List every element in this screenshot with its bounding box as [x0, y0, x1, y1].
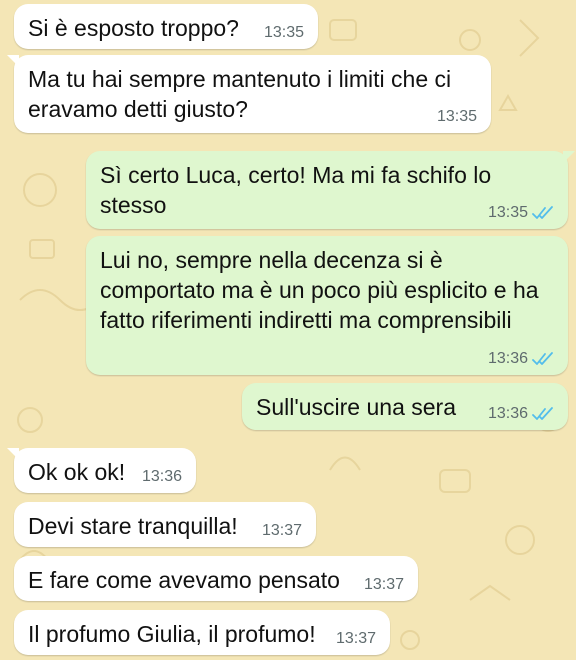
message-meta: 13:37 — [262, 522, 302, 540]
message-text: Devi stare tranquilla! — [28, 513, 238, 539]
message-meta: 13:36 — [142, 468, 182, 486]
message-timestamp: 13:36 — [487, 350, 528, 367]
message-meta: 13:35 — [437, 108, 477, 126]
message-bubble-incoming[interactable]: Si è esposto troppo? 13:35 — [14, 4, 318, 49]
message-text: E fare come avevamo pensato — [28, 567, 340, 593]
message-timestamp: 13:37 — [363, 576, 404, 593]
message-bubble-incoming[interactable]: E fare come avevamo pensato 13:37 — [14, 556, 418, 601]
message-bubble-outgoing[interactable]: Lui no, sempre nella decenza si è compor… — [86, 236, 568, 375]
message-text: Ma tu hai sempre mantenuto i limiti che … — [28, 66, 452, 122]
message-timestamp: 13:37 — [261, 522, 302, 539]
message-text: Sì certo Luca, certo! Ma mi fa schifo lo… — [100, 162, 492, 218]
message-meta: 13:35 — [264, 24, 304, 42]
message-meta: 13:35 — [488, 204, 554, 222]
message-text: Il profumo Giulia, il profumo! — [28, 621, 316, 647]
message-timestamp: 13:35 — [436, 108, 477, 125]
double-check-read-icon — [532, 352, 553, 365]
double-check-read-icon — [532, 407, 553, 420]
message-bubble-incoming[interactable]: Il profumo Giulia, il profumo! 13:37 — [14, 610, 390, 655]
message-meta: 13:36 — [488, 350, 554, 368]
message-timestamp: 13:37 — [335, 630, 376, 647]
message-timestamp: 13:36 — [141, 468, 182, 485]
message-timestamp: 13:35 — [487, 204, 528, 221]
message-text: Lui no, sempre nella decenza si è compor… — [100, 247, 539, 333]
message-bubble-outgoing[interactable]: Sull'uscire una sera 13:36 — [242, 383, 568, 430]
message-bubble-incoming[interactable]: Devi stare tranquilla! 13:37 — [14, 502, 316, 547]
double-check-read-icon — [532, 206, 553, 219]
message-timestamp: 13:35 — [263, 24, 304, 41]
message-bubble-incoming[interactable]: Ok ok ok! 13:36 — [7, 448, 196, 493]
message-meta: 13:36 — [488, 405, 554, 423]
message-text: Si è esposto troppo? — [28, 15, 239, 41]
message-timestamp: 13:36 — [487, 405, 528, 422]
message-bubble-incoming[interactable]: Ma tu hai sempre mantenuto i limiti che … — [7, 55, 491, 133]
message-meta: 13:37 — [364, 576, 404, 594]
message-bubble-outgoing[interactable]: Sì certo Luca, certo! Ma mi fa schifo lo… — [86, 151, 575, 229]
message-meta: 13:37 — [336, 630, 376, 648]
